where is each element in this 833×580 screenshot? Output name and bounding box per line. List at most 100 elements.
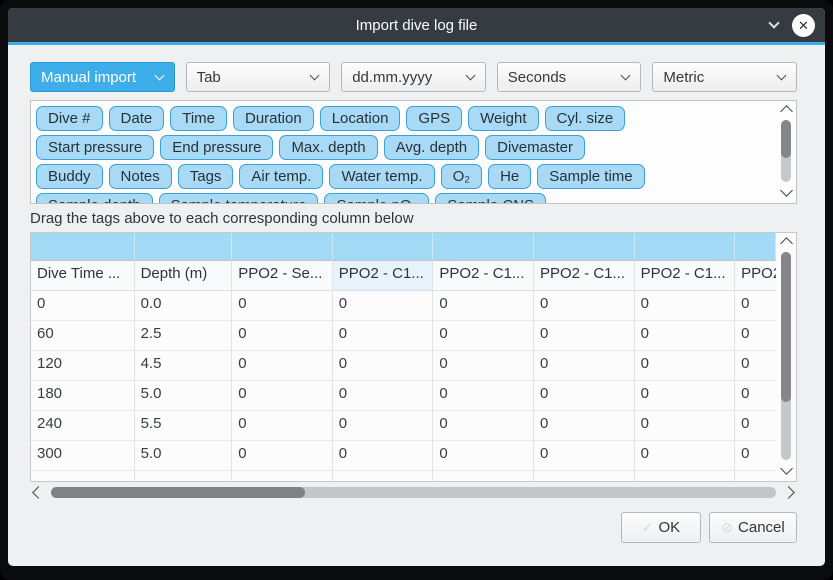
table-cell: 0 [735, 441, 776, 471]
tag-duration[interactable]: Duration [233, 106, 314, 131]
drop-target-cell[interactable] [534, 233, 635, 261]
table-scroll-track[interactable] [781, 252, 791, 460]
tags-scrollbar[interactable] [778, 104, 794, 200]
tag-time[interactable]: Time [170, 106, 227, 131]
table-cell [135, 471, 233, 481]
tag-date[interactable]: Date [109, 106, 165, 131]
drag-hint-label: Drag the tags above to each correspondin… [30, 210, 797, 227]
window-title: Import dive log file [356, 17, 478, 34]
table-cell: 0 [635, 291, 736, 321]
table-row: 180 5.0 0 0 0 0 0 0 [31, 381, 776, 411]
dialog-body: Manual import Tab dd.mm.yyyy Seconds Met… [8, 45, 825, 543]
drop-target-cell[interactable] [135, 233, 233, 261]
combo-duration-format[interactable]: Seconds [497, 62, 642, 92]
tag-he[interactable]: He [488, 164, 531, 189]
tag-sample-depth[interactable]: Sample depth [36, 193, 153, 204]
table-row: 240 5.5 0 0 0 0 0 0 [31, 411, 776, 441]
tags-scroll-thumb[interactable] [781, 120, 791, 158]
table-cell: 0 [433, 291, 534, 321]
table-cell: 5.5 [135, 411, 233, 441]
tag-location[interactable]: Location [320, 106, 401, 131]
column-header[interactable]: PPO2 - C1... [635, 261, 736, 291]
tag-buddy[interactable]: Buddy [36, 164, 103, 189]
tag-cyl-size[interactable]: Cyl. size [545, 106, 626, 131]
column-header[interactable]: PPO2 [735, 261, 776, 291]
scroll-down-icon[interactable] [780, 184, 793, 197]
tag-divemaster[interactable]: Divemaster [485, 135, 585, 160]
drop-target-row [31, 233, 776, 261]
scroll-up-icon[interactable] [780, 105, 793, 118]
table-scroll-thumb[interactable] [781, 252, 791, 402]
table-cell: 0 [333, 291, 434, 321]
combo-date-format[interactable]: dd.mm.yyyy [341, 62, 486, 92]
table-cell: 0 [635, 381, 736, 411]
tag-sample-cns[interactable]: Sample CNS [435, 193, 546, 204]
column-header[interactable]: Depth (m) [135, 261, 233, 291]
drop-target-cell[interactable] [31, 233, 135, 261]
tag-sample-temperature[interactable]: Sample temperature [159, 193, 319, 204]
check-icon: ✓ [642, 519, 654, 536]
table-scrollbar[interactable] [778, 236, 794, 478]
combo-import-mode[interactable]: Manual import [30, 62, 175, 92]
hscroll-thumb[interactable] [51, 487, 305, 498]
toolbar: Manual import Tab dd.mm.yyyy Seconds Met… [30, 62, 797, 92]
table-cell: 0 [735, 381, 776, 411]
column-header[interactable]: PPO2 - C1... [433, 261, 534, 291]
tags-scroll-track[interactable] [781, 120, 791, 182]
drop-target-cell[interactable] [635, 233, 736, 261]
tag-o2[interactable]: O₂ [441, 164, 483, 189]
combo-duration-format-label: Seconds [508, 69, 566, 86]
tag-max-depth[interactable]: Max. depth [279, 135, 377, 160]
hscroll-track[interactable] [51, 487, 776, 498]
combo-field-separator[interactable]: Tab [186, 62, 331, 92]
column-header[interactable]: PPO2 - C1... [534, 261, 635, 291]
combo-units[interactable]: Metric [652, 62, 797, 92]
column-header[interactable]: PPO2 - Se... [232, 261, 333, 291]
table-cell: 0 [534, 351, 635, 381]
table-horizontal-scrollbar[interactable] [30, 485, 797, 500]
tag-dive-number[interactable]: Dive # [36, 106, 103, 131]
window-frame: Import dive log file ✕ Manual import Tab [0, 0, 833, 580]
chevron-down-icon [154, 71, 164, 81]
table-cell: 5.0 [135, 441, 233, 471]
table-cell: 0 [232, 321, 333, 351]
tag-gps[interactable]: GPS [406, 106, 462, 131]
scroll-right-icon[interactable] [782, 486, 795, 499]
tag-weight[interactable]: Weight [468, 106, 538, 131]
titlebar[interactable]: Import dive log file ✕ [8, 8, 825, 42]
close-button[interactable]: ✕ [792, 14, 815, 37]
preview-table: Dive Time ... Depth (m) PPO2 - Se... PPO… [30, 232, 797, 482]
tag-avg-depth[interactable]: Avg. depth [384, 135, 479, 160]
scroll-left-icon[interactable] [32, 486, 45, 499]
chevron-down-icon [777, 71, 787, 81]
table-cell: 2.5 [135, 321, 233, 351]
tag-air-temp[interactable]: Air temp. [239, 164, 323, 189]
tag-start-pressure[interactable]: Start pressure [36, 135, 154, 160]
cancel-button[interactable]: ⊘ Cancel [709, 512, 797, 543]
scroll-up-icon[interactable] [780, 237, 793, 250]
table-cell [333, 471, 434, 481]
chevron-down-icon[interactable] [768, 17, 779, 28]
table-cell: 0 [433, 381, 534, 411]
column-header[interactable]: PPO2 - C1... [333, 261, 434, 291]
chevron-down-icon [310, 71, 320, 81]
table-cell: 180 [31, 381, 135, 411]
tag-tags[interactable]: Tags [178, 164, 234, 189]
tag-notes[interactable]: Notes [109, 164, 172, 189]
combo-units-label: Metric [663, 69, 704, 86]
scroll-down-icon[interactable] [780, 462, 793, 475]
drop-target-cell[interactable] [735, 233, 776, 261]
drop-target-cell[interactable] [232, 233, 333, 261]
tag-sample-time[interactable]: Sample time [537, 164, 644, 189]
tag-sample-po2[interactable]: Sample pO₂ [324, 193, 429, 204]
drop-target-cell[interactable] [333, 233, 434, 261]
drop-target-cell[interactable] [433, 233, 534, 261]
table-row: 120 4.5 0 0 0 0 0 0 [31, 351, 776, 381]
ok-button[interactable]: ✓ OK [621, 512, 701, 543]
table-cell: 0 [232, 381, 333, 411]
table-cell [735, 471, 776, 481]
table-cell: 0 [333, 351, 434, 381]
tag-water-temp[interactable]: Water temp. [329, 164, 434, 189]
column-header[interactable]: Dive Time ... [31, 261, 135, 291]
tag-end-pressure[interactable]: End pressure [160, 135, 273, 160]
